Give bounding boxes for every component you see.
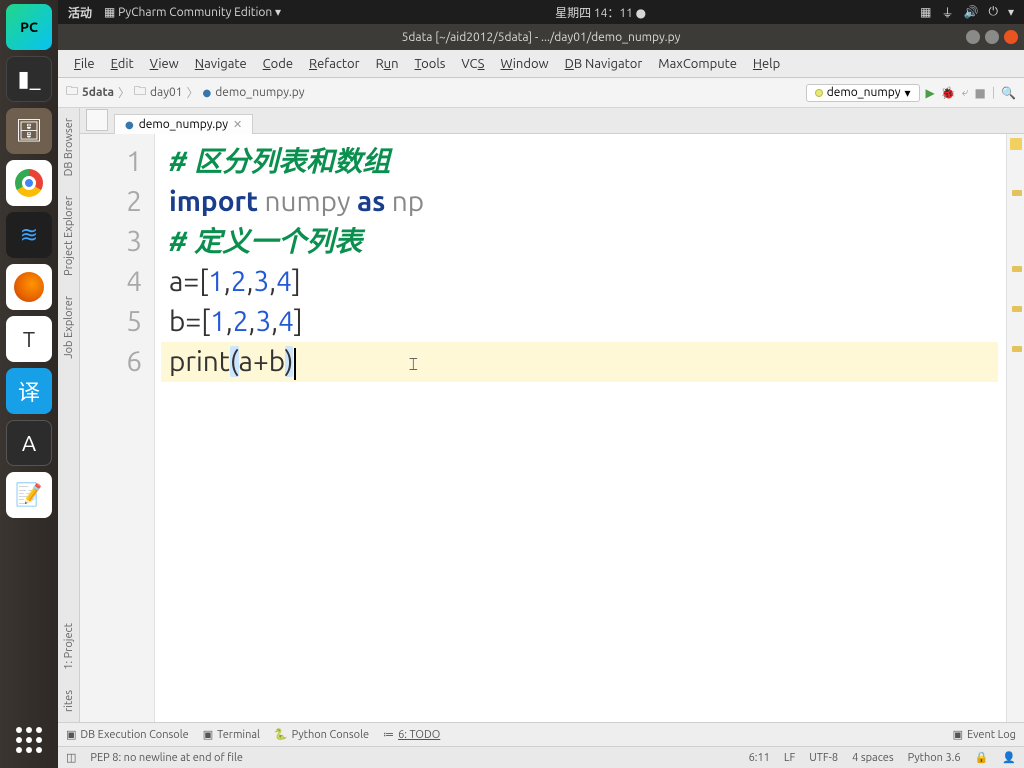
menu-help[interactable]: Help [747,55,786,73]
folder-icon: 🗀 [134,82,146,103]
tool-project[interactable]: 1: Project [61,613,77,680]
warning-marker-icon[interactable] [1012,346,1022,352]
status-interpreter[interactable]: Python 3.6 [908,752,961,764]
power-icon[interactable]: ⏻ [988,5,998,19]
inspection-indicator-icon[interactable] [1010,138,1022,150]
system-menu-chevron-icon[interactable]: ▾ [1008,5,1014,19]
error-stripe[interactable] [1006,134,1024,722]
editor-tab[interactable]: ● demo_numpy.py ✕ [114,114,253,134]
status-quickdoc-icon[interactable]: ◫ [66,751,76,764]
dock-vscode-icon[interactable]: ≋ [6,212,52,258]
menu-vcs[interactable]: VCS [455,55,490,73]
close-tab-icon[interactable]: ✕ [233,118,242,131]
run-button-icon[interactable]: ▶ [926,86,935,100]
folder-icon: 🗀 [66,82,78,103]
status-bar: ◫ PEP 8: no newline at end of file 6:11 … [58,746,1024,768]
window-minimize-icon[interactable] [966,30,980,44]
i-beam-cursor-icon: 𝙸 [407,344,420,384]
menu-maxcompute[interactable]: MaxCompute [652,55,743,73]
left-tool-strip: DB Browser Project Explorer Job Explorer… [58,108,80,722]
bottom-tool-bar: ▣ DB Execution Console ▣ Terminal 🐍 Pyth… [58,722,1024,746]
project-view-toggle-icon[interactable] [86,109,108,131]
debug-button-icon[interactable]: 🐞 [941,86,956,100]
topbar-app-name[interactable]: ▦ PyCharm Community Edition ▾ [104,5,281,19]
dock-notes-icon[interactable]: 📝 [6,472,52,518]
window-maximize-icon[interactable] [985,30,999,44]
breadcrumb-root[interactable]: 5data [82,86,114,99]
menu-refactor[interactable]: Refactor [303,55,366,73]
dock-terminal-icon[interactable]: ▮_ [6,56,52,102]
navigation-bar: 🗀 5data 〉 🗀 day01 〉 ● demo_numpy.py demo… [58,78,1024,108]
status-encoding[interactable]: UTF-8 [809,752,838,764]
status-message: PEP 8: no newline at end of file [90,752,243,764]
run-config-selector[interactable]: demo_numpy ▾ [806,84,920,102]
line-number-gutter[interactable]: 123456 [80,134,155,722]
window-close-icon[interactable] [1004,30,1018,44]
dock-firefox-icon[interactable] [6,264,52,310]
menu-view[interactable]: View [144,55,185,73]
menu-db-navigator[interactable]: DB Navigator [559,55,649,73]
tool-favorites[interactable]: rites [61,680,77,722]
python-file-icon: ● [125,119,134,131]
dock-chrome-icon[interactable] [6,160,52,206]
run-coverage-icon[interactable]: ⤶ [962,86,969,100]
status-hector-icon[interactable]: 👤 [1002,751,1016,764]
warning-marker-icon[interactable] [1012,266,1022,272]
editor-tabbar: ● demo_numpy.py ✕ [80,108,1024,134]
warning-marker-icon[interactable] [1012,190,1022,196]
window-titlebar: 5data [~/aid2012/5data] - .../day01/demo… [58,24,1024,50]
breadcrumb-file[interactable]: demo_numpy.py [215,86,304,99]
tool-terminal[interactable]: ▣ Terminal [203,728,260,741]
warning-marker-icon[interactable] [1012,306,1022,312]
breadcrumb-folder[interactable]: day01 [150,86,183,99]
menu-tools[interactable]: Tools [409,55,452,73]
main-column: 活动 ▦ PyCharm Community Edition ▾ 星期四 14：… [58,0,1024,768]
menubar: File Edit View Navigate Code Refactor Ru… [58,50,1024,78]
input-method-icon[interactable]: ▦ [920,5,931,19]
activities-button[interactable]: 活动 [68,4,92,21]
ubuntu-dock: PC ▮_ 🗄 ≋ T 译 A 📝 [0,0,58,768]
python-file-icon: ● [203,87,212,99]
menu-run[interactable]: Run [370,55,405,73]
gnome-topbar: 活动 ▦ PyCharm Community Edition ▾ 星期四 14：… [58,0,1024,24]
dock-typora-icon[interactable]: T [6,316,52,362]
code-editor[interactable]: # 区分列表和数组 import numpy as np # 定义一个列表 a=… [155,134,1006,722]
dock-show-apps-icon[interactable] [11,722,47,758]
status-lock-icon[interactable]: 🔒 [975,751,989,764]
text-caret [294,348,296,380]
stop-button-icon[interactable]: ■ [974,86,985,100]
editor-tab-label: demo_numpy.py [139,118,228,131]
menu-file[interactable]: File [68,55,101,73]
workspace: DB Browser Project Explorer Job Explorer… [58,108,1024,722]
menu-window[interactable]: Window [494,55,554,73]
dock-files-icon[interactable]: 🗄 [6,108,52,154]
dock-translate-icon[interactable]: 译 [6,368,52,414]
tool-db-exec[interactable]: ▣ DB Execution Console [66,728,189,741]
menu-edit[interactable]: Edit [105,55,140,73]
tool-db-browser[interactable]: DB Browser [61,108,77,186]
menu-navigate[interactable]: Navigate [189,55,253,73]
status-caret-pos[interactable]: 6:11 [749,752,770,764]
dock-pycharm-icon[interactable]: PC [6,4,52,50]
tool-python-console[interactable]: 🐍 Python Console [274,728,369,741]
topbar-clock[interactable]: 星期四 14：11 ● [293,4,908,21]
window-title: 5data [~/aid2012/5data] - .../day01/demo… [402,31,681,44]
status-line-separator[interactable]: LF [784,752,795,764]
tool-event-log[interactable]: ▣ Event Log [953,728,1016,741]
dock-updater-icon[interactable]: A [6,420,52,466]
volume-icon[interactable]: 🔊 [964,5,979,19]
status-indent[interactable]: 4 spaces [852,752,894,764]
tool-project-explorer[interactable]: Project Explorer [61,186,77,286]
search-everywhere-icon[interactable]: 🔍 [1001,86,1016,100]
editor-area: ● demo_numpy.py ✕ 123456 # 区分列表和数组 impor… [80,108,1024,722]
tool-job-explorer[interactable]: Job Explorer [61,286,77,369]
network-icon[interactable]: ⏚ [942,4,954,21]
tool-todo[interactable]: ≔ 6: TODO [383,728,440,741]
menu-code[interactable]: Code [257,55,299,73]
